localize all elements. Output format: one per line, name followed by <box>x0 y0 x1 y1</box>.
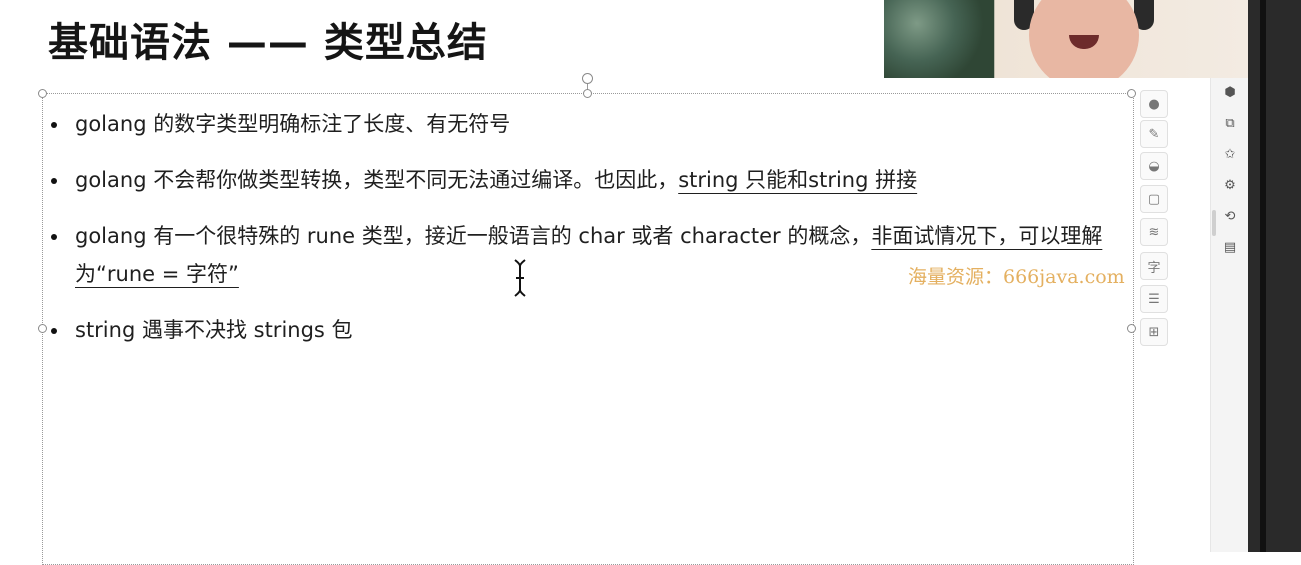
pin-icon[interactable]: ✩ <box>1221 145 1239 163</box>
more-icon[interactable]: ⊞ <box>1140 318 1168 346</box>
bullet-text: golang 有一个很特殊的 rune 类型，接近一般语言的 char 或者 c… <box>75 224 872 248</box>
align-icon[interactable]: ☰ <box>1140 285 1168 313</box>
bullet-text: golang 的数字类型明确标注了长度、有无符号 <box>75 112 511 136</box>
webcam-overlay <box>884 0 1248 78</box>
bullet-underlined-text: string 只能和string 拼接 <box>678 168 918 192</box>
image-icon[interactable]: ▤ <box>1221 238 1239 256</box>
window-edge <box>1248 0 1301 552</box>
fill-icon[interactable]: ◒ <box>1140 152 1168 180</box>
resize-handle-top-left[interactable] <box>38 89 47 98</box>
text-icon[interactable]: 字 <box>1140 252 1168 280</box>
resize-handle-left[interactable] <box>38 324 47 333</box>
resize-handle-right[interactable] <box>1127 324 1136 333</box>
scrollbar-thumb[interactable] <box>1212 210 1216 236</box>
layers-icon[interactable]: ≋ <box>1140 218 1168 246</box>
watermark: 海量资源：666java.com <box>908 266 1125 288</box>
bullet-text: string 遇事不决找 strings 包 <box>75 318 353 342</box>
history-icon[interactable]: ⟲ <box>1221 207 1239 225</box>
property-icon[interactable]: ⬢ <box>1221 83 1239 101</box>
slide-title: 基础语法 —— 类型总结 <box>48 20 488 66</box>
collapse-icon[interactable]: ● <box>1140 90 1168 118</box>
object-toolbar: ● ✎ ◒ ▢ ≋ 字 ☰ ⊞ <box>1140 90 1170 370</box>
resize-handle-top[interactable] <box>583 89 592 98</box>
bullet-item[interactable]: golang 不会帮你做类型转换，类型不同无法通过编译。也因此，string 只… <box>48 161 1128 199</box>
window-edge-bar <box>1260 0 1266 552</box>
settings-icon[interactable]: ⚙ <box>1221 176 1239 194</box>
text-cursor-icon <box>514 259 526 297</box>
bullet-list[interactable]: golang 的数字类型明确标注了长度、有无符号 golang 不会帮你做类型转… <box>48 105 1128 367</box>
rotate-handle[interactable] <box>582 73 593 84</box>
bullet-item[interactable]: golang 的数字类型明确标注了长度、有无符号 <box>48 105 1128 143</box>
bullet-text: golang 不会帮你做类型转换，类型不同无法通过编译。也因此， <box>75 168 679 192</box>
bullet-item[interactable]: string 遇事不决找 strings 包 <box>48 311 1128 349</box>
right-side-panel: ⬢ ⧉ ✩ ⚙ ⟲ ▤ <box>1210 78 1249 552</box>
copy-icon[interactable]: ⧉ <box>1221 114 1239 132</box>
pen-icon[interactable]: ✎ <box>1140 120 1168 148</box>
resize-handle-top-right[interactable] <box>1127 89 1136 98</box>
border-icon[interactable]: ▢ <box>1140 185 1168 213</box>
webcam-background <box>884 0 994 78</box>
